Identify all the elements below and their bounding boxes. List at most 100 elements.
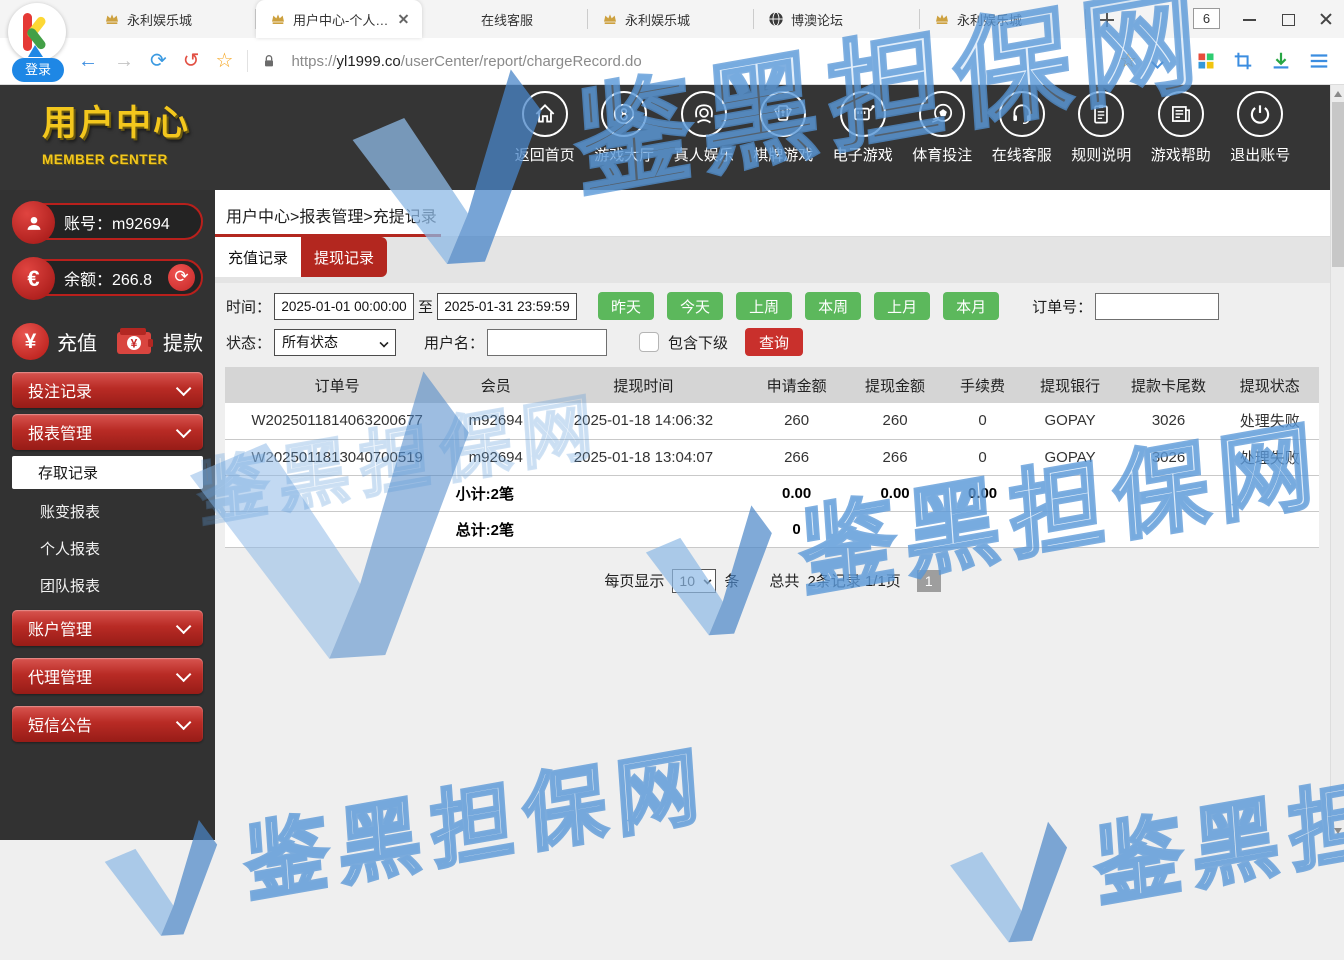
browser-tab-6[interactable]: 永利娱乐城 xyxy=(920,0,1086,38)
quick-this-month-button[interactable]: 本月 xyxy=(943,292,999,320)
browser-tab-5[interactable]: 博澳论坛 xyxy=(754,0,920,38)
table-header-row: 订单号 会员 提现时间 申请金额 提现金额 手续费 提现银行 提款卡尾数 提现状… xyxy=(225,367,1319,403)
submenu-personal-report[interactable]: 个人报表 xyxy=(0,530,215,567)
browser-logo[interactable] xyxy=(8,3,66,61)
scroll-down-icon[interactable] xyxy=(1334,828,1342,834)
scroll-up-icon[interactable] xyxy=(1334,91,1342,97)
menu-report-management[interactable]: 报表管理 xyxy=(12,414,203,450)
menu-agent-management[interactable]: 代理管理 xyxy=(12,658,203,694)
browser-tab-4[interactable]: 永利娱乐城 xyxy=(588,0,754,38)
pagination: 每页显示 10 条 总共 2条记录 1/1页 1 xyxy=(215,569,1330,593)
menu-bet-records[interactable]: 投注记录 xyxy=(12,372,203,408)
minimize-button[interactable] xyxy=(1242,11,1258,27)
chevron-down-icon xyxy=(176,380,192,396)
date-from-input[interactable] xyxy=(274,293,414,320)
submenu-account-change-report[interactable]: 账变报表 xyxy=(0,493,215,530)
favorite-star-icon[interactable]: ☆ xyxy=(1119,51,1137,71)
nav-home[interactable]: 返回首页 xyxy=(505,91,585,165)
tab-withdraw-records[interactable]: 提现记录 xyxy=(301,237,387,277)
soccer-icon xyxy=(929,101,955,127)
total-row: 总计:2笔 0 xyxy=(225,511,1319,547)
bookmark-star-icon[interactable]: ☆ xyxy=(216,51,234,71)
submenu-team-report[interactable]: 团队报表 xyxy=(0,567,215,604)
nav-rules[interactable]: 规则说明 xyxy=(1062,91,1142,165)
window-controls: 6 xyxy=(1193,8,1334,29)
nav-slots[interactable]: 电子游戏 xyxy=(823,91,903,165)
search-button[interactable]: 查询 xyxy=(745,328,803,356)
username-label: 用户名： xyxy=(424,332,484,353)
include-sub-checkbox[interactable] xyxy=(639,332,659,352)
tab-title: 永利娱乐城 xyxy=(625,10,744,29)
chevron-down-icon xyxy=(176,618,192,634)
quick-yesterday-button[interactable]: 昨天 xyxy=(598,292,654,320)
col-fee: 手续费 xyxy=(942,367,1024,403)
per-page-select[interactable]: 10 xyxy=(672,569,716,593)
page-number-button[interactable]: 1 xyxy=(917,570,941,592)
nav-logout[interactable]: 退出账号 xyxy=(1221,91,1301,165)
menu-account-management[interactable]: 账户管理 xyxy=(12,610,203,646)
quick-today-button[interactable]: 今天 xyxy=(667,292,723,320)
forward-icon[interactable]: → xyxy=(114,51,134,71)
username-input[interactable] xyxy=(487,329,607,356)
submenu-deposit-withdraw-records[interactable]: 存取记录 xyxy=(12,456,203,489)
refresh-balance-icon[interactable]: ⟳ xyxy=(168,264,195,291)
order-no-input[interactable] xyxy=(1095,293,1219,320)
new-tab-button[interactable] xyxy=(1094,7,1120,33)
col-bank: 提现银行 xyxy=(1024,367,1117,403)
download-icon[interactable] xyxy=(1270,50,1292,72)
nav-sports[interactable]: 体育投注 xyxy=(903,91,983,165)
screenshot-crop-icon[interactable] xyxy=(1232,50,1254,72)
chevron-down-icon xyxy=(176,714,192,730)
quick-last-month-button[interactable]: 上月 xyxy=(874,292,930,320)
page-scrollbar[interactable] xyxy=(1330,85,1344,840)
browser-tab-1[interactable]: 永利娱乐城 xyxy=(90,0,256,38)
close-tab-icon[interactable] xyxy=(396,11,412,27)
billiard-icon xyxy=(611,101,637,127)
chevron-down-icon[interactable] xyxy=(1153,56,1163,66)
subtotal-row: 小计:2笔 0.00 0.00 0.00 xyxy=(225,475,1319,511)
quick-this-week-button[interactable]: 本周 xyxy=(805,292,861,320)
recharge-label: 充值 xyxy=(57,327,97,356)
quick-last-week-button[interactable]: 上周 xyxy=(736,292,792,320)
scrollbar-thumb[interactable] xyxy=(1332,102,1344,267)
withdraw-label: 提款 xyxy=(163,327,203,356)
recharge-button[interactable]: ¥ 充值 xyxy=(12,323,97,360)
nav-online-service[interactable]: 在线客服 xyxy=(982,91,1062,165)
login-button[interactable]: 登录 xyxy=(12,58,64,82)
col-withdraw-amount: 提现金额 xyxy=(849,367,942,403)
nav-live-casino[interactable]: 真人娱乐 xyxy=(664,91,744,165)
withdraw-button[interactable]: ¥ 提款 xyxy=(115,326,203,358)
menu-hamburger-icon[interactable] xyxy=(1308,50,1330,72)
unit-label: 条 xyxy=(724,570,739,591)
status-select[interactable]: 所有状态 xyxy=(274,329,396,356)
reload-icon[interactable]: ⟳ xyxy=(150,51,167,71)
main-content: 用户中心>报表管理>充提记录 充值记录 提现记录 时间： 至 昨天 今天 上周 … xyxy=(215,190,1330,840)
chevron-down-icon xyxy=(176,666,192,682)
balance-label: 余额：266.8 xyxy=(64,266,152,290)
col-withdraw-time: 提现时间 xyxy=(542,367,744,403)
nav-help[interactable]: 游戏帮助 xyxy=(1141,91,1221,165)
euro-icon: € xyxy=(12,257,55,300)
maximize-button[interactable] xyxy=(1280,11,1296,27)
logo-title: 用户中心 xyxy=(42,95,222,146)
menu-sms-announcement[interactable]: 短信公告 xyxy=(12,706,203,742)
withdraw-records-table: 订单号 会员 提现时间 申请金额 提现金额 手续费 提现银行 提款卡尾数 提现状… xyxy=(225,367,1319,548)
site-logo[interactable]: 用户中心 MEMBER CENTER xyxy=(42,95,222,167)
browser-tab-3[interactable]: 在线客服 xyxy=(422,0,588,38)
close-window-button[interactable] xyxy=(1318,11,1334,27)
tab-recharge-records[interactable]: 充值记录 xyxy=(215,237,301,277)
nav-card-games[interactable]: 棋牌游戏 xyxy=(744,91,824,165)
back-icon[interactable]: ← xyxy=(78,51,98,71)
user-icon xyxy=(12,201,55,244)
apps-grid-icon[interactable] xyxy=(1196,51,1216,71)
nav-game-hall[interactable]: 游戏大厅 xyxy=(585,91,665,165)
breadcrumb: 用户中心>报表管理>充提记录 xyxy=(226,203,437,227)
date-to-input[interactable] xyxy=(437,293,577,320)
browser-tab-2-active[interactable]: 用户中心-个人总览 xyxy=(256,0,422,38)
news-help-icon xyxy=(1168,101,1194,127)
crown-favicon xyxy=(602,11,618,27)
url-field[interactable]: https://yl1999.co/userCenter/report/char… xyxy=(291,53,641,70)
yen-icon: ¥ xyxy=(12,323,49,360)
tab-count-badge[interactable]: 6 xyxy=(1193,8,1220,29)
undo-icon[interactable]: ↺ xyxy=(183,51,200,71)
